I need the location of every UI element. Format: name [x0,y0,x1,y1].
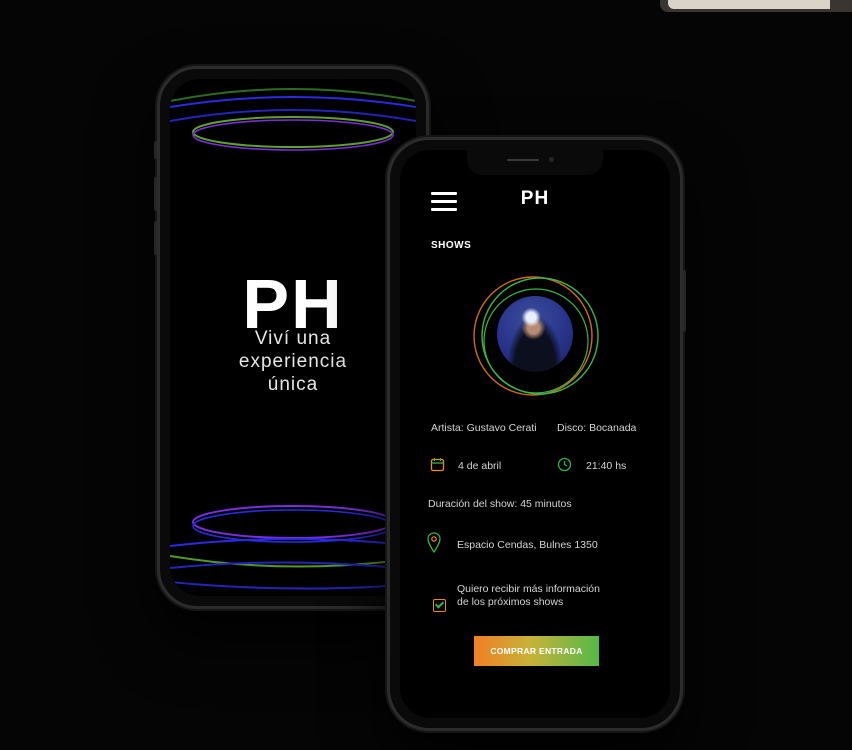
speaker [507,159,539,161]
artist-photo [497,296,573,372]
phone-side-button [154,177,157,211]
calendar-icon [430,458,445,472]
tagline-line: Viví una [254,328,332,349]
show-duration: Duración del show: 45 minutos [428,498,572,510]
album-name: Disco: Bocanada [557,422,637,434]
show-detail-screen: PH SHOWS Artista: Gustavo Cerati Disco: … [400,150,670,718]
corner-thumbnail [660,0,852,12]
show-date: 4 de abril [458,460,502,472]
phone-show-detail: PH SHOWS Artista: Gustavo Cerati Disco: … [387,137,686,731]
front-camera [549,157,554,162]
phone-side-button [683,270,686,332]
section-title: SHOWS [431,240,472,251]
app-logo: PH [520,188,550,209]
artist-avatar [470,274,604,408]
phone-notch [467,150,603,175]
buy-ticket-button[interactable]: COMPRAR ENTRADA [474,636,599,666]
tagline-line: experiencia [238,351,348,372]
tagline-line: única [267,374,319,395]
splash-tagline: Viví una experiencia única [170,327,416,396]
newsletter-label-line: de los próximos shows [457,596,564,608]
location-pin-icon [427,532,441,554]
newsletter-label-line: Quiero recibir más información [457,583,600,595]
show-location: Espacio Cendas, Bulnes 1350 [457,539,598,551]
artist-name: Artista: Gustavo Cerati [431,422,537,434]
neon-rings-top [170,88,416,151]
neon-rings-bottom [170,505,416,590]
splash-screen: PH Viví una experiencia única [170,79,416,596]
phone-side-button [154,141,157,159]
clock-icon [557,457,572,472]
newsletter-checkbox[interactable] [433,599,446,612]
phone-side-button [154,221,157,255]
show-time: 21:40 hs [586,460,627,472]
newsletter-label: Quiero recibir más información de los pr… [457,583,600,609]
